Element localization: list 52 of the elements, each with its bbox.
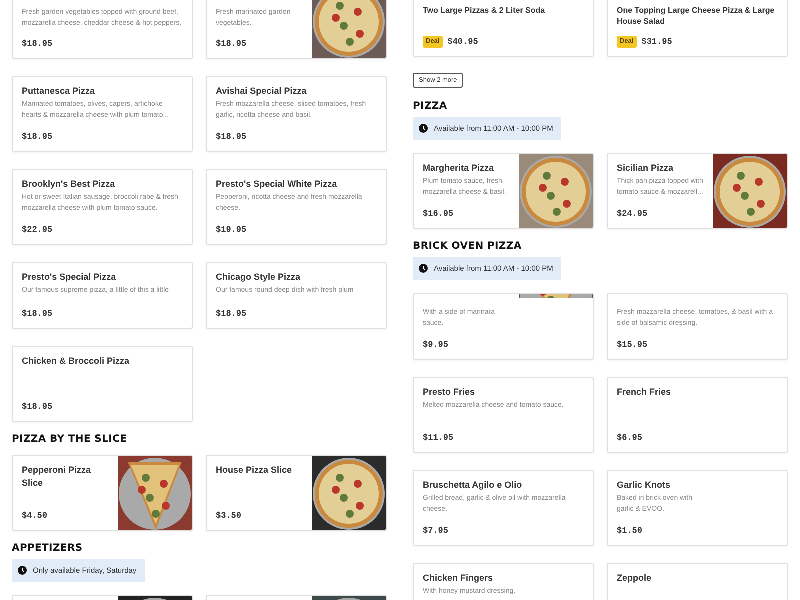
item-price: $7.95	[423, 525, 449, 537]
item-name: Sicilian Pizza	[617, 162, 675, 175]
menu-item-card[interactable]: Chicken & Broccoli Pizza $18.95	[12, 346, 193, 422]
item-name: Chicken & Broccoli Pizza	[22, 355, 131, 368]
item-price: $6.95	[617, 432, 643, 444]
clock-icon	[18, 566, 27, 575]
item-price: $18.95	[216, 38, 247, 50]
item-name: Presto's Special Pizza	[22, 271, 118, 284]
item-name: House Pizza Slice	[216, 464, 294, 477]
section-heading: APPETIZERS	[12, 542, 84, 556]
item-name: French Fries	[617, 386, 672, 399]
menu-item-card[interactable]: French Fries $6.95	[607, 377, 788, 453]
item-name: Margherita Pizza	[423, 162, 496, 175]
item-price: $16.95	[423, 208, 454, 220]
menu-item-card[interactable]: House Pizza Slice $3.50	[206, 455, 387, 531]
item-name: Presto's Special White Pizza	[216, 178, 338, 191]
item-price: $31.95	[642, 36, 672, 48]
item-name: Pepperoni Pizza Slice	[22, 464, 92, 490]
item-price: $18.95	[216, 308, 247, 320]
item-name: Brooklyn's Best Pizza	[22, 178, 116, 191]
item-price: $24.95	[617, 208, 648, 220]
item-name: Presto Fries	[423, 386, 476, 399]
item-name: Bruschetta Agilo e Olio	[423, 479, 524, 492]
section-heading: PIZZA BY THE SLICE	[12, 433, 128, 447]
item-price: $18.95	[22, 38, 53, 50]
item-price: $18.95	[216, 131, 247, 143]
section-heading: PIZZA	[413, 100, 448, 114]
item-price: $11.95	[423, 432, 454, 444]
item-price: $19.95	[216, 224, 247, 236]
item-price: $18.95	[22, 131, 53, 143]
item-price: $4.50	[22, 510, 48, 522]
item-name: Two Large Pizzas & 2 Liter Soda	[423, 5, 546, 16]
item-name: One Topping Large Cheese Pizza & Large House Salad	[617, 5, 776, 27]
item-name: Puttanesca Pizza	[22, 85, 96, 98]
clock-icon	[419, 264, 428, 273]
item-price: $18.95	[22, 308, 53, 320]
item-price: $1.50	[617, 525, 643, 537]
item-price: $9.95	[423, 339, 449, 351]
clock-icon	[419, 124, 428, 133]
section-heading: BRICK OVEN PIZZA	[413, 240, 523, 254]
item-name: Chicago Style Pizza	[216, 271, 302, 284]
item-name: Avishai Special Pizza	[216, 85, 308, 98]
menu-item-card[interactable]: Zeppole	[607, 563, 788, 600]
item-price: $40.95	[448, 36, 478, 48]
item-name: Garlic Knots	[617, 479, 672, 492]
item-name: Zeppole	[617, 572, 653, 585]
item-price: $22.95	[22, 224, 53, 236]
item-name: Chicken Fingers	[423, 572, 494, 585]
item-price: $15.95	[617, 339, 648, 351]
item-price: $18.95	[22, 401, 53, 413]
item-price: $3.50	[216, 510, 242, 522]
menu-item-card[interactable]: Pepperoni Pizza Slice $4.50	[12, 455, 193, 531]
